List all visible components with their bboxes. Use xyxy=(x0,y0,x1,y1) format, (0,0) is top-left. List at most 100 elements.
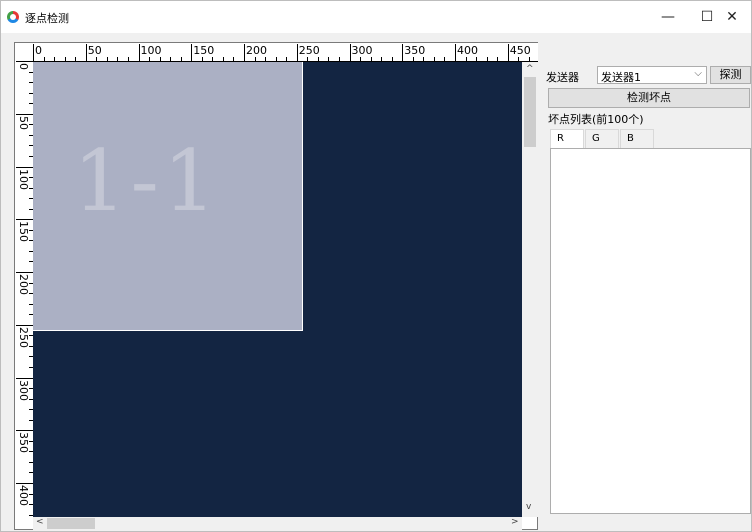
ruler-tick xyxy=(222,57,224,61)
horizontal-ruler: 0 50 100 150 200 250 300 350 400 450 xyxy=(15,43,538,62)
ruler-tick xyxy=(201,57,203,61)
ruler-tick xyxy=(43,57,45,61)
app-icon xyxy=(7,11,19,23)
vertical-scrollbar[interactable]: ^ v xyxy=(522,62,538,517)
ruler-tick xyxy=(159,57,161,61)
ruler-tick xyxy=(106,57,108,61)
close-button[interactable]: ✕ xyxy=(713,1,751,33)
ruler-tick xyxy=(16,166,33,168)
ruler-tick xyxy=(497,57,499,61)
ruler-tick xyxy=(433,57,435,61)
ruler-tick xyxy=(16,113,33,115)
tab-r[interactable]: R xyxy=(550,129,584,149)
ruler-tick xyxy=(402,44,404,61)
ruler-tick xyxy=(85,44,87,61)
ruler-tick xyxy=(528,57,530,61)
sender-label: 发送器 xyxy=(546,71,579,84)
ruler-tick xyxy=(317,57,319,61)
ruler-tick xyxy=(444,57,446,61)
ruler-tick xyxy=(275,57,277,61)
ruler-tick xyxy=(296,44,298,61)
ruler-tick xyxy=(349,44,351,61)
ruler-tick xyxy=(391,57,393,61)
ruler-label: 0 xyxy=(35,44,42,57)
vertical-ruler: 0 50 100 150 200 250 300 350 400 xyxy=(15,61,34,517)
ruler-tick xyxy=(75,57,77,61)
ruler-tick xyxy=(117,57,119,61)
ruler-label: 350 xyxy=(404,44,426,57)
ruler-tick xyxy=(381,57,383,61)
ruler-tick xyxy=(233,57,235,61)
ruler-label: 300 xyxy=(351,44,373,57)
ruler-tick xyxy=(33,44,34,61)
ruler-tick xyxy=(286,57,288,61)
ruler-label: 250 xyxy=(298,44,320,57)
tab-g[interactable]: G xyxy=(585,129,619,148)
ruler-tick xyxy=(455,44,456,61)
ruler-tick xyxy=(254,57,256,61)
ruler-label: 200 xyxy=(17,274,30,295)
horizontal-scroll-thumb[interactable] xyxy=(47,518,95,529)
ruler-label: 250 xyxy=(17,326,30,348)
ruler-label: 300 xyxy=(17,379,30,401)
ruler-tick xyxy=(476,57,478,61)
ruler-label: 100 xyxy=(140,44,162,57)
module-1-1[interactable]: 1-1 xyxy=(33,62,303,331)
ruler-label: 350 xyxy=(17,432,30,454)
scroll-left-icon[interactable]: < xyxy=(36,517,44,527)
ruler-tick xyxy=(244,44,245,61)
ruler-tick xyxy=(16,61,33,62)
title-bar: 逐点检测 — ☐ ✕ xyxy=(1,1,751,33)
scroll-right-icon[interactable]: > xyxy=(511,517,519,527)
ruler-tick xyxy=(138,44,140,61)
bad-pixel-list[interactable] xyxy=(550,148,751,514)
tab-b[interactable]: B xyxy=(620,129,654,148)
ruler-tick xyxy=(412,57,414,61)
ruler-tick xyxy=(370,57,372,61)
sender-select[interactable]: 发送器1 ⌵ xyxy=(597,66,707,84)
led-screen-canvas[interactable]: 1-1 xyxy=(33,62,522,517)
ruler-tick xyxy=(170,57,172,61)
module-label: 1-1 xyxy=(73,132,221,230)
ruler-tick xyxy=(307,57,309,61)
ruler-tick xyxy=(265,57,267,61)
ruler-tick xyxy=(212,57,214,61)
ruler-label: 400 xyxy=(457,44,478,57)
chevron-down-icon: ⌵ xyxy=(694,68,702,79)
ruler-label: 100 xyxy=(17,168,30,190)
ruler-tick xyxy=(360,57,362,61)
ruler-label: 450 xyxy=(509,44,531,57)
window-title: 逐点检测 xyxy=(25,12,69,25)
ruler-label: 0 xyxy=(17,63,30,70)
ruler-tick xyxy=(16,377,33,379)
ruler-label: 50 xyxy=(87,44,102,57)
ruler-tick xyxy=(338,57,340,61)
ruler-tick xyxy=(465,57,467,61)
ruler-tick xyxy=(486,57,488,61)
scroll-up-icon[interactable]: ^ xyxy=(526,64,534,74)
ruler-tick xyxy=(16,324,33,326)
ruler-label: 200 xyxy=(246,44,267,57)
ruler-tick xyxy=(191,44,193,61)
ruler-tick xyxy=(54,57,56,61)
ruler-tick xyxy=(507,44,509,61)
ruler-tick xyxy=(518,57,520,61)
ruler-tick xyxy=(96,57,98,61)
ruler-tick xyxy=(127,57,129,61)
vertical-scroll-thumb[interactable] xyxy=(524,77,536,147)
detect-bad-pixels-button[interactable]: 检测坏点 xyxy=(548,88,750,108)
ruler-label: 400 xyxy=(17,485,30,506)
ruler-label: 150 xyxy=(193,44,215,57)
minimize-button[interactable]: — xyxy=(649,1,687,33)
ruler-tick xyxy=(149,57,151,61)
bad-pixel-list-label: 坏点列表(前100个) xyxy=(548,113,644,126)
ruler-tick xyxy=(423,57,425,61)
ruler-tick xyxy=(180,57,182,61)
ruler-tick xyxy=(16,483,33,484)
ruler-tick xyxy=(328,57,330,61)
horizontal-scrollbar[interactable]: < > xyxy=(33,517,522,530)
probe-button[interactable]: 探测 xyxy=(710,66,751,84)
scroll-down-icon[interactable]: v xyxy=(526,502,531,512)
ruler-tick xyxy=(16,272,33,273)
ruler-label: 150 xyxy=(17,221,30,243)
